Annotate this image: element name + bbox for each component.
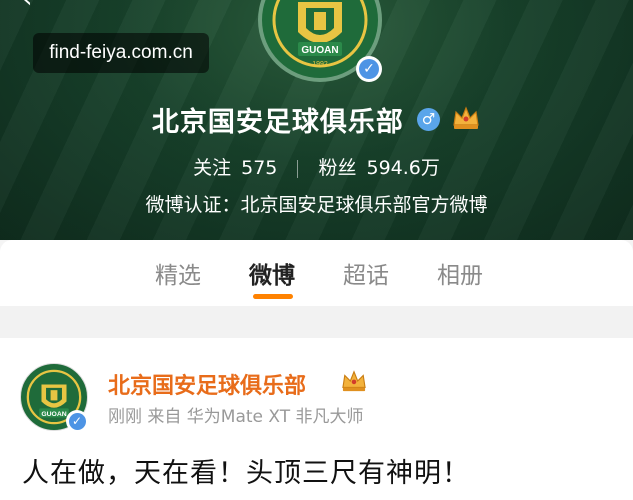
- verified-icon: ✓: [66, 410, 88, 432]
- section-divider: [0, 306, 633, 338]
- profile-name-row: 北京国安足球俱乐部 ♂: [0, 100, 633, 139]
- post-author[interactable]: 北京国安足球俱乐部: [108, 368, 306, 400]
- crown-icon[interactable]: [340, 369, 368, 397]
- gender-male-icon: ♂: [417, 108, 440, 131]
- tab-featured[interactable]: 精选: [155, 256, 201, 290]
- tab-album[interactable]: 相册: [437, 256, 483, 290]
- post-card[interactable]: GUOAN ✓ 北京国安足球俱乐部 刚刚 来自 华为Mate XT 非凡大师 人…: [0, 338, 633, 500]
- follow-count: 575: [241, 157, 278, 179]
- crown-icon[interactable]: [451, 105, 481, 135]
- active-tab-indicator: [253, 294, 293, 299]
- post-content: 人在做，天在看！头顶三尺有神明！: [22, 458, 470, 489]
- certification-text: 微博认证：北京国安足球俱乐部官方微博: [145, 194, 488, 216]
- svg-text:1992: 1992: [312, 61, 328, 68]
- verified-icon: ✓: [356, 56, 382, 82]
- profile-tabs: 精选 微博 超话 相册: [0, 240, 633, 306]
- profile-name: 北京国安足球俱乐部: [151, 107, 404, 138]
- fans-label: 粉丝: [318, 157, 357, 179]
- follow-stat[interactable]: 关注 575: [193, 157, 283, 179]
- profile-stats: 关注 575 粉丝 594.6万: [0, 153, 633, 180]
- back-arrow-icon[interactable]: ‹: [22, 0, 44, 12]
- fans-stat[interactable]: 粉丝 594.6万: [318, 157, 439, 179]
- profile-header: ‹ GUOAN 1992 ✓ find-feiya.com.cn 北京国安足球俱…: [0, 0, 633, 240]
- tab-topic[interactable]: 超话: [343, 256, 389, 290]
- tab-weibo[interactable]: 微博: [249, 256, 295, 290]
- watermark: find-feiya.com.cn: [33, 33, 209, 73]
- svg-text:GUOAN: GUOAN: [41, 411, 66, 418]
- follow-label: 关注: [193, 157, 232, 179]
- stats-divider: [297, 159, 299, 178]
- svg-text:GUOAN: GUOAN: [301, 45, 338, 56]
- fans-count: 594.6万: [366, 157, 440, 179]
- post-meta: 刚刚 来自 华为Mate XT 非凡大师: [108, 407, 364, 427]
